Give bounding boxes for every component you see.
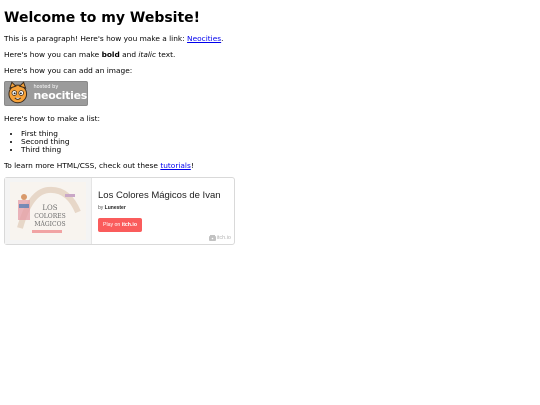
list-item: Second thing	[21, 137, 536, 146]
example-list: First thing Second thing Third thing	[4, 129, 536, 155]
badge-big-text: neocities	[33, 89, 88, 103]
list-item: First thing	[21, 129, 536, 138]
play-on-itch-button[interactable]: Play on itch.io	[98, 217, 143, 232]
game-info: Los Colores Mágicos de Ivan by Lunester …	[92, 178, 221, 244]
paragraph-formatting: Here's how you can make bold and italic …	[4, 50, 536, 59]
tutorials-text-end: !	[190, 160, 194, 170]
neocities-cat-icon	[8, 81, 28, 104]
game-thumbnail-frame[interactable]: LOS COLORES MÁGICOS	[5, 177, 92, 244]
itch-io-logo[interactable]: itch.io	[208, 234, 231, 241]
svg-text:MÁGICOS: MÁGICOS	[34, 221, 65, 228]
tutorials-link[interactable]: tutorials	[160, 161, 191, 170]
paragraph-text: This is a paragraph! Here's how you make…	[4, 33, 188, 43]
page-title: Welcome to my Website!	[4, 10, 201, 26]
formatting-text-mid: and	[119, 50, 139, 60]
formatting-text-start: Here's how you can make	[4, 50, 102, 60]
list-item: Third thing	[21, 146, 536, 155]
neocities-link[interactable]: Neocities	[187, 34, 221, 43]
paragraph-tutorials: To learn more HTML/CSS, check out these …	[4, 161, 536, 170]
play-prefix: Play on	[103, 221, 122, 228]
hosted-by-neocities-badge[interactable]: hosted by neocities	[4, 80, 88, 106]
tutorials-text-start: To learn more HTML/CSS, check out these	[4, 160, 161, 170]
paragraph-end: .	[221, 33, 224, 43]
by-prefix: by	[98, 204, 105, 211]
bold-text: bold	[101, 50, 120, 60]
svg-text:COLORES: COLORES	[34, 213, 65, 220]
formatting-text-end: text.	[156, 50, 176, 60]
paragraph-link: This is a paragraph! Here's how you make…	[4, 34, 536, 43]
itch-io-game-embed[interactable]: LOS COLORES MÁGICOS Los Colores Mágicos …	[4, 176, 235, 245]
badge-text: hosted by neocities	[33, 85, 88, 103]
svg-text:LOS: LOS	[42, 204, 57, 212]
game-cover-art-icon: LOS COLORES MÁGICOS	[10, 181, 86, 240]
paragraph-image: Here's how you can add an image:	[4, 66, 133, 76]
play-site: itch.io	[121, 221, 138, 228]
game-author-line: by Lunester	[98, 205, 221, 211]
game-cover-image: LOS COLORES MÁGICOS	[10, 181, 86, 240]
itch-logo-text: itch.io	[216, 234, 231, 241]
italic-text: italic	[138, 50, 157, 60]
itch-io-icon	[208, 234, 216, 241]
game-title[interactable]: Los Colores Mágicos de Ivan	[98, 190, 221, 201]
paragraph-list-intro: Here's how to make a list:	[4, 113, 100, 123]
game-author[interactable]: Lunester	[105, 205, 126, 211]
page: Welcome to my Website! This is a paragra…	[0, 0, 540, 248]
